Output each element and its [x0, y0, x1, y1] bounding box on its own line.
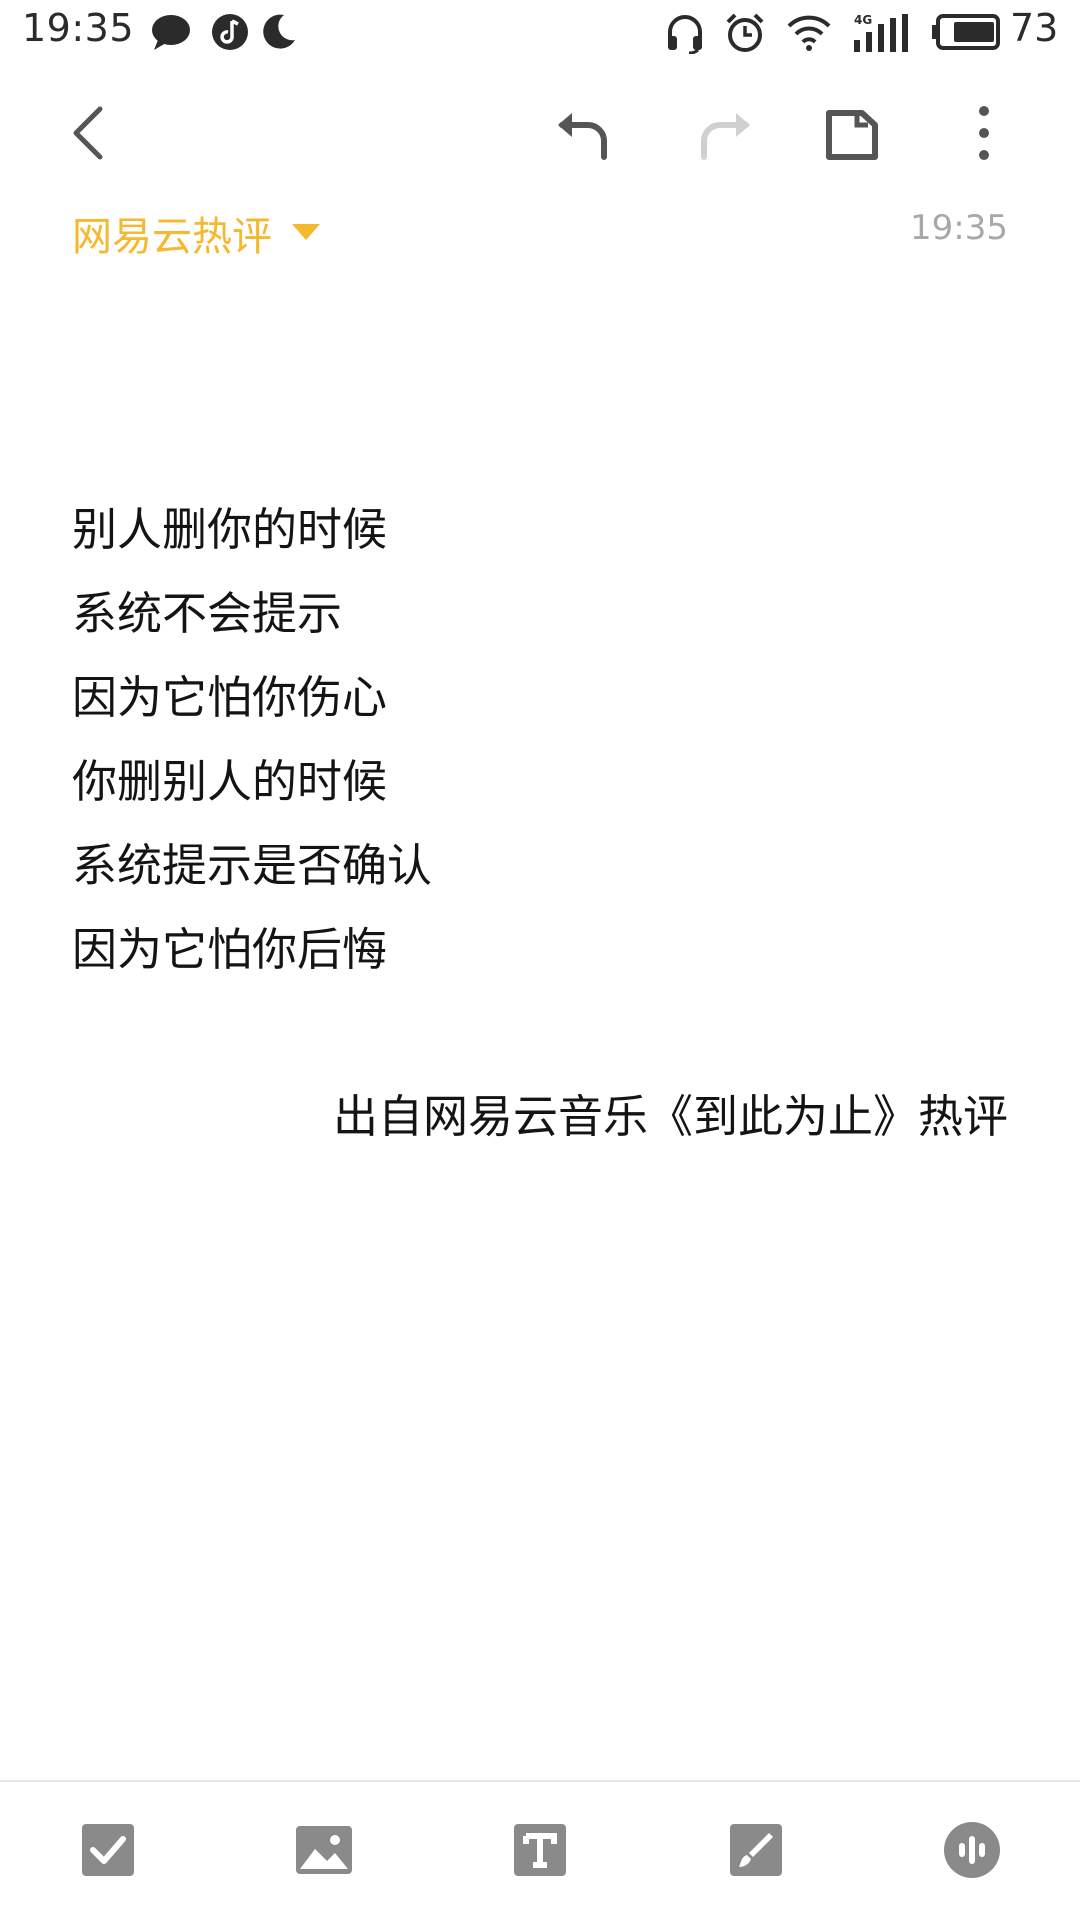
- back-icon: [68, 103, 108, 167]
- image-icon: [295, 1825, 353, 1879]
- undo-icon: [552, 103, 616, 167]
- status-bar: 19:35 4G 73: [0, 0, 1080, 66]
- signal-4g-icon: 4G: [852, 12, 914, 58]
- redo-button[interactable]: [676, 82, 772, 188]
- note-line: 系统提示是否确认: [72, 839, 433, 892]
- moon-icon: [258, 12, 298, 56]
- text-format-button[interactable]: [490, 1802, 590, 1902]
- note-line: 系统不会提示: [72, 587, 343, 640]
- note-line: 你删别人的时候: [72, 755, 388, 808]
- note-toolbar: [0, 82, 1080, 188]
- tag-icon: [824, 103, 880, 167]
- note-timestamp: 19:35: [910, 208, 1008, 248]
- battery-level: 73: [1010, 6, 1059, 50]
- checkbox-icon: [81, 1823, 135, 1881]
- more-icon: [974, 103, 994, 167]
- brush-button[interactable]: [706, 1802, 806, 1902]
- back-button[interactable]: [40, 82, 136, 188]
- note-header: 网易云热评 19:35: [0, 196, 1080, 264]
- redo-icon: [692, 103, 756, 167]
- undo-button[interactable]: [536, 82, 632, 188]
- edit-bottom-bar: [0, 1782, 1080, 1920]
- note-line: 因为它怕你伤心: [72, 671, 388, 724]
- note-line: 因为它怕你后悔: [72, 923, 388, 976]
- status-time: 19:35: [22, 6, 135, 50]
- note-line: 别人删你的时候: [72, 503, 388, 556]
- svg-text:4G: 4G: [854, 13, 872, 27]
- chat-bubble-icon: [150, 12, 192, 56]
- wifi-icon: [786, 12, 832, 56]
- more-button[interactable]: [936, 82, 1032, 188]
- folder-selector[interactable]: 网易云热评: [72, 204, 272, 262]
- insert-image-button[interactable]: [274, 1802, 374, 1902]
- note-content[interactable]: 别人删你的时候 系统不会提示 因为它怕你伤心 你删别人的时候 系统提示是否确认 …: [72, 488, 1008, 992]
- brush-icon: [729, 1823, 783, 1881]
- tag-button[interactable]: [804, 82, 900, 188]
- music-app-icon: [210, 12, 250, 56]
- text-format-icon: [513, 1823, 567, 1881]
- checklist-button[interactable]: [58, 1802, 158, 1902]
- voice-button[interactable]: [922, 1802, 1022, 1902]
- battery-icon: [932, 14, 1002, 54]
- headphones-icon: [665, 12, 705, 58]
- voice-icon: [943, 1821, 1001, 1883]
- caret-down-icon[interactable]: [292, 224, 320, 246]
- alarm-icon: [724, 12, 766, 58]
- note-source: 出自网易云音乐《到此为止》热评: [332, 1090, 1008, 1143]
